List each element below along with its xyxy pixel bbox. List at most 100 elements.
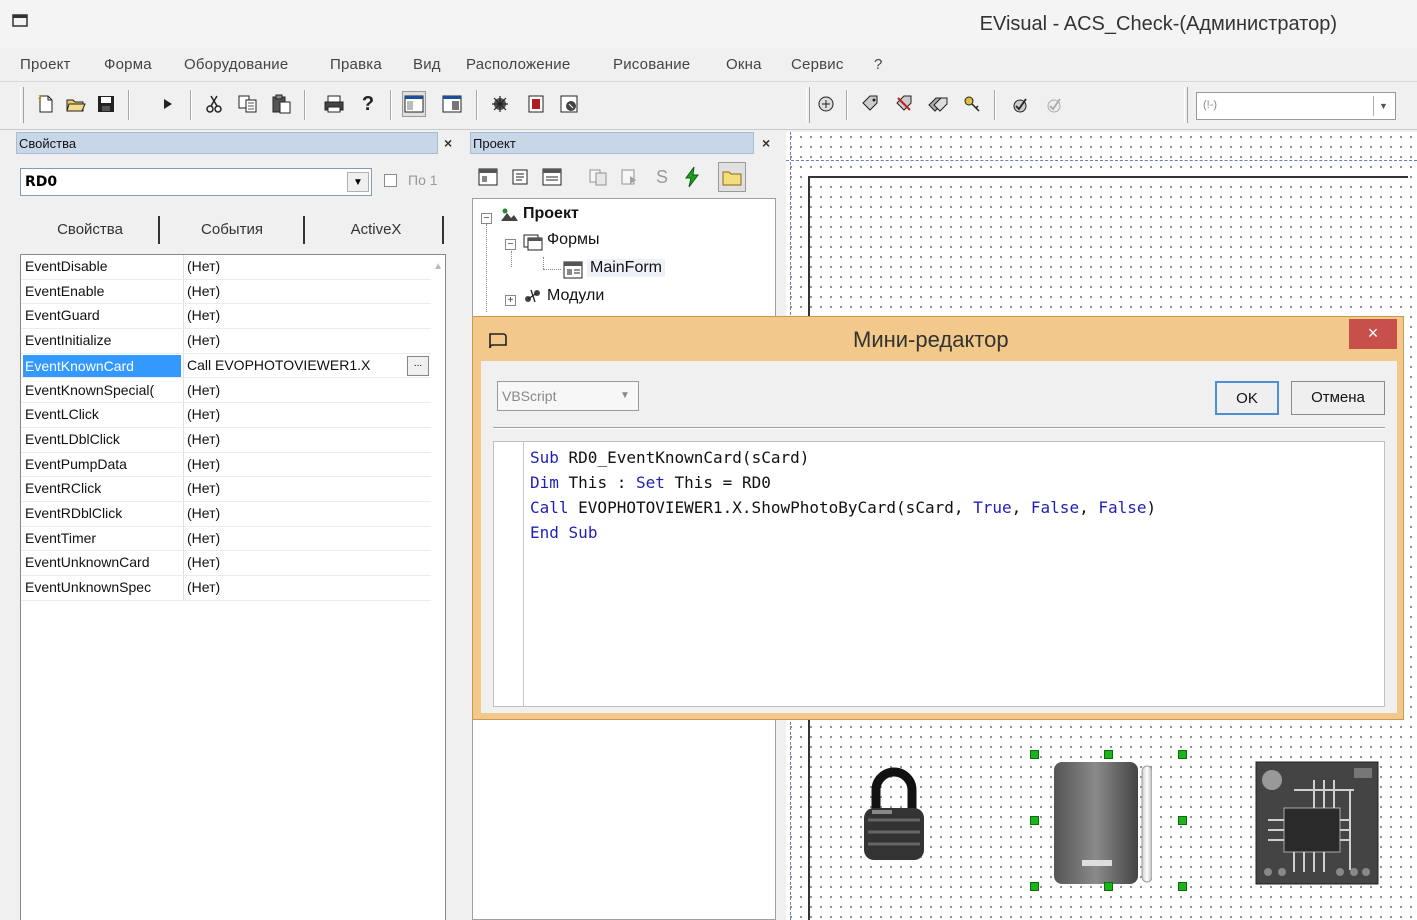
resize-handle[interactable] (1178, 750, 1187, 759)
property-value[interactable]: (Нет) (187, 382, 429, 398)
script-icon[interactable] (558, 91, 582, 117)
resize-handle[interactable] (1030, 750, 1039, 759)
expand-icon[interactable]: + (505, 295, 516, 306)
object-select[interactable]: RD0 ▼ (20, 168, 372, 196)
help-icon[interactable]: ? (356, 91, 380, 117)
toolbar-grip[interactable] (806, 87, 810, 123)
folder-icon[interactable] (718, 162, 746, 192)
po-checkbox[interactable] (384, 174, 397, 187)
menu-edit[interactable]: Правка (330, 56, 382, 73)
property-row[interactable]: EventLClick (Нет) (21, 403, 431, 428)
save-icon[interactable] (94, 91, 118, 117)
tab-properties[interactable]: Свойства (20, 214, 160, 248)
code-editor[interactable]: Sub RD0_EventKnownCard(sCard) Dim This : … (493, 441, 1385, 707)
tag-delete-icon[interactable] (892, 91, 916, 117)
menu-help[interactable]: ? (874, 56, 883, 73)
property-row[interactable]: EventLDblClick (Нет) (21, 428, 431, 453)
resize-handle[interactable] (1104, 750, 1113, 759)
tree-modules[interactable]: Модули (547, 287, 604, 305)
padlock-icon[interactable] (858, 762, 930, 866)
property-row[interactable]: EventPumpData (Нет) (21, 453, 431, 478)
property-name[interactable]: EventLDblClick (25, 431, 183, 451)
property-row[interactable]: EventGuard (Нет) (21, 304, 431, 330)
resize-handle[interactable] (1030, 816, 1039, 825)
property-name[interactable]: EventRClick (25, 480, 183, 500)
property-name[interactable]: EventLClick (25, 406, 183, 426)
property-name[interactable]: EventKnownSpecial( (25, 382, 183, 402)
property-row[interactable]: EventUnknownSpec (Нет) (21, 576, 431, 601)
property-name[interactable]: EventTimer (25, 530, 183, 550)
ellipsis-button[interactable]: ... (407, 355, 429, 376)
property-name[interactable]: EventGuard (25, 307, 183, 327)
property-value[interactable]: Call EVOPHOTOVIEWER1.X (187, 357, 429, 373)
chevron-down-icon[interactable]: ▼ (347, 172, 369, 192)
view-form-icon[interactable] (476, 164, 500, 190)
menu-form[interactable]: Форма (104, 56, 152, 73)
chevron-down-icon[interactable]: ▼ (1373, 96, 1393, 116)
property-name[interactable]: EventRDblClick (25, 505, 183, 525)
properties-window-icon[interactable] (402, 91, 426, 117)
lightning-icon[interactable] (680, 164, 704, 190)
property-value[interactable]: (Нет) (187, 258, 429, 274)
language-select[interactable]: VBScript ▼ (497, 381, 639, 411)
resize-handle[interactable] (1178, 816, 1187, 825)
new-icon[interactable] (34, 91, 58, 117)
form-props-icon[interactable] (540, 164, 564, 190)
copy-icon[interactable] (236, 91, 260, 117)
view-code-icon[interactable] (508, 164, 532, 190)
toolbar-combo[interactable]: (!-) ▼ (1196, 92, 1396, 120)
property-value[interactable]: (Нет) (187, 530, 429, 546)
cancel-button[interactable]: Отмена (1291, 381, 1385, 415)
resize-handle[interactable] (1104, 882, 1113, 891)
resize-handle[interactable] (1178, 882, 1187, 891)
chevron-down-icon[interactable]: ▼ (615, 386, 635, 406)
property-name[interactable]: EventEnable (25, 283, 183, 303)
menu-equipment[interactable]: Оборудование (184, 56, 288, 73)
menu-service[interactable]: Сервис (791, 56, 844, 73)
tag-multi-icon[interactable] (926, 91, 950, 117)
controller-board-icon[interactable] (1254, 760, 1380, 886)
property-value[interactable]: (Нет) (187, 406, 429, 422)
open-icon[interactable] (64, 91, 88, 117)
property-name[interactable]: EventUnknownCard (25, 554, 183, 574)
code-line[interactable]: Sub RD0_EventKnownCard(sCard) (530, 448, 809, 467)
property-value[interactable]: (Нет) (187, 283, 429, 299)
property-row[interactable]: EventRClick (Нет) (21, 477, 431, 502)
property-name[interactable]: EventUnknownSpec (25, 579, 183, 599)
property-value[interactable]: (Нет) (187, 505, 429, 521)
tab-events[interactable]: События (162, 214, 302, 248)
close-icon[interactable]: × (762, 135, 770, 151)
print-icon[interactable] (322, 91, 346, 117)
property-value[interactable]: (Нет) (187, 332, 429, 348)
card-reader-icon[interactable] (1052, 760, 1152, 886)
check-icon[interactable] (1008, 91, 1032, 117)
collapse-icon[interactable]: − (505, 239, 516, 250)
resize-handle[interactable] (1030, 882, 1039, 891)
property-name[interactable]: EventKnownCard (23, 354, 181, 377)
menu-view[interactable]: Вид (413, 56, 441, 73)
close-icon[interactable]: × (444, 135, 452, 151)
property-row[interactable]: EventDisable (Нет) (21, 255, 431, 280)
key-icon[interactable] (960, 91, 984, 117)
menu-drawing[interactable]: Рисование (613, 56, 690, 73)
tree-project[interactable]: Проект (523, 205, 579, 223)
plugin-icon[interactable] (814, 91, 838, 117)
property-name[interactable]: EventInitialize (25, 332, 183, 352)
property-row[interactable]: EventTimer (Нет) (21, 527, 431, 552)
property-row[interactable]: EventUnknownCard (Нет) (21, 551, 431, 577)
collapse-icon[interactable]: − (481, 213, 492, 224)
toolbar-grip[interactable] (1184, 87, 1188, 123)
debug-icon[interactable] (488, 91, 512, 117)
cut-icon[interactable] (202, 91, 226, 117)
toolbar-grip[interactable] (20, 87, 24, 123)
property-value[interactable]: (Нет) (187, 431, 429, 447)
scroll-up-icon[interactable]: ▲ (433, 261, 443, 272)
property-value[interactable]: (Нет) (187, 307, 429, 323)
code-line[interactable]: Call EVOPHOTOVIEWER1.X.ShowPhotoByCard(s… (530, 498, 1156, 517)
stop-icon[interactable] (524, 91, 548, 117)
property-row[interactable]: EventKnownCard Call EVOPHOTOVIEWER1.X... (21, 354, 431, 379)
property-name[interactable]: EventDisable (25, 258, 183, 278)
ok-button[interactable]: OK (1215, 381, 1279, 415)
tree-forms[interactable]: Формы (547, 231, 599, 249)
property-row[interactable]: EventInitialize (Нет) (21, 329, 431, 354)
